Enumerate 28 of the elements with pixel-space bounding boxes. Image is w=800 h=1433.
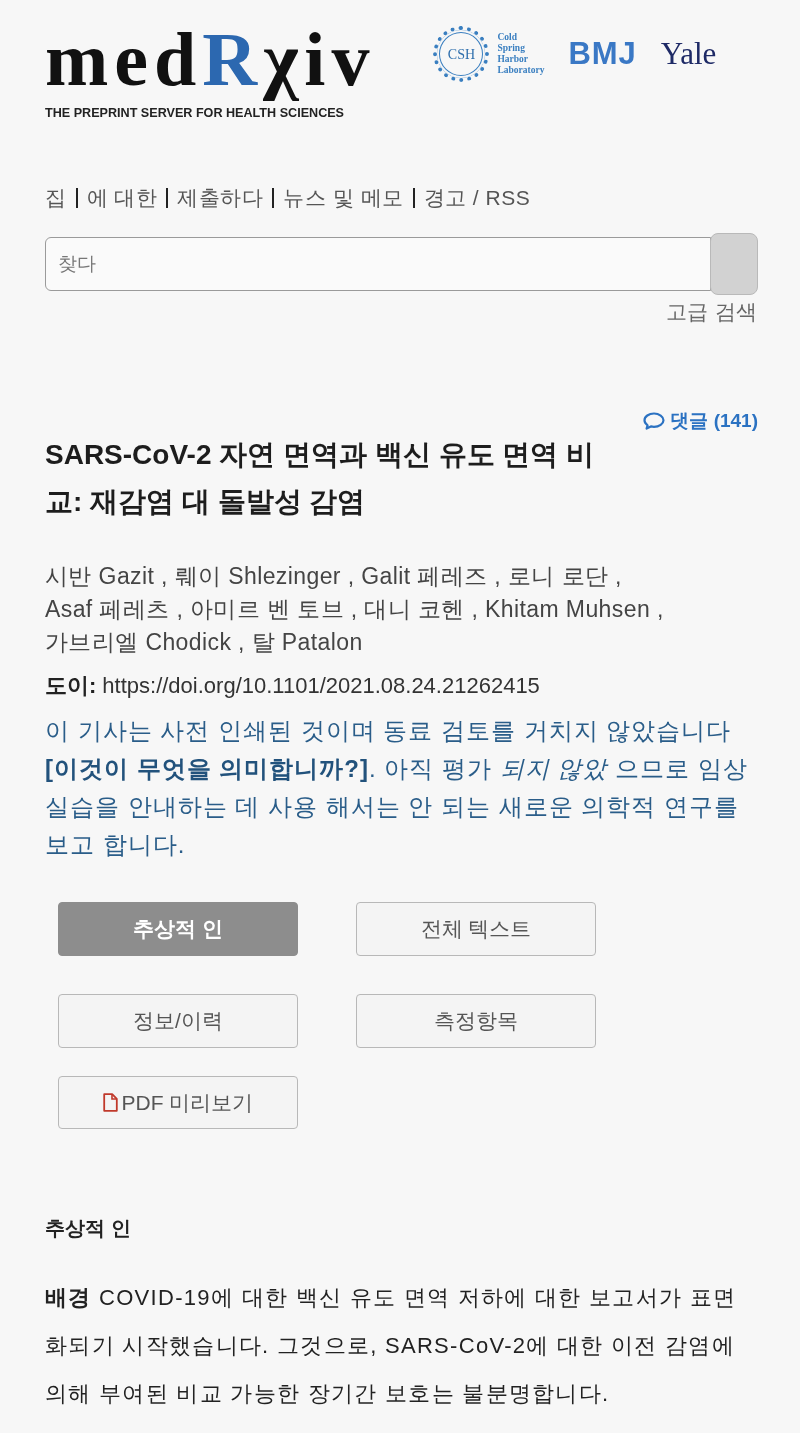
yale-logo[interactable]: Yale [660, 30, 717, 78]
csh-lab-name[interactable]: Cold Spring Harbor Laboratory [497, 32, 545, 76]
doi-label: 도이: [45, 673, 97, 699]
comments-link[interactable]: 댓글 (141) [643, 406, 758, 436]
pdf-preview-button[interactable]: PDF 미리보기 [58, 1076, 298, 1130]
nav-link[interactable]: 에 대한 [86, 181, 158, 214]
nav-link[interactable]: 집 [45, 181, 67, 214]
nav-link[interactable]: 경고 / RSS [423, 181, 531, 214]
article-tab[interactable]: 전체 텍스트 [356, 902, 596, 957]
abstract-text: 배경 COVID-19에 대한 백신 유도 면역 저하에 대한 보고서가 표면화되기 시작했습니다. 그것으로, SARS-CoV-2에 대한 이전 감염에 의해 부여된 비교 가능한 장기간 보호는 불분명합니다. [45, 1284, 738, 1409]
site-tagline: THE PREPRINT SERVER FOR HEALTH SCIENCES [45, 105, 345, 122]
article-tab[interactable]: 정보/이력 [58, 994, 298, 1049]
nav-link[interactable]: 제출하다 [177, 181, 264, 214]
article-title: SARS-CoV-2 자연 면역과 백신 유도 면역 비교: 재감염 대 돌발성 감염 [45, 438, 596, 520]
preprint-notice: 이 기사는 사전 인쇄된 것이며 동료 검토를 거치지 않았습니다 [이것이 무엇을 의미합니까?]. 아직 평가 되지 않았 으므로 임상 실습을 안내하는 데 사용 해서는 안 되는 새로운 의학적 연구를 보고 합니다. [45, 716, 749, 861]
abstract-heading: 추상적 인 [45, 1216, 132, 1242]
csh-emblem[interactable]: CSH [433, 26, 490, 82]
nav-link[interactable]: 뉴스 및 메모 [283, 181, 404, 214]
search-button[interactable] [710, 233, 758, 296]
doi-link[interactable]: https://doi.org/10.1101/2021.08.24.21262415 [102, 673, 540, 699]
author-list: 시반 Gazit , 뤠이 Shlezinger , Galit 페레즈 , 로니 로단 , Asaf 페레츠 , 아미르 벤 토브 , 대니 코헨 , Khitam Muhsen , 가브리엘 Chodick , 탈 Patalon [45, 560, 672, 660]
bmj-logo[interactable]: BMJ [568, 30, 637, 78]
advanced-search-link[interactable]: 고급 검색 [665, 296, 758, 328]
speech-bubble-icon [643, 412, 666, 431]
search-field[interactable]: 찾다 [45, 237, 711, 292]
article-tab[interactable]: 측정항목 [356, 994, 596, 1049]
notice-link[interactable]: [이것이 무엇을 의미합니까?] [45, 755, 369, 783]
file-icon [102, 1093, 118, 1113]
